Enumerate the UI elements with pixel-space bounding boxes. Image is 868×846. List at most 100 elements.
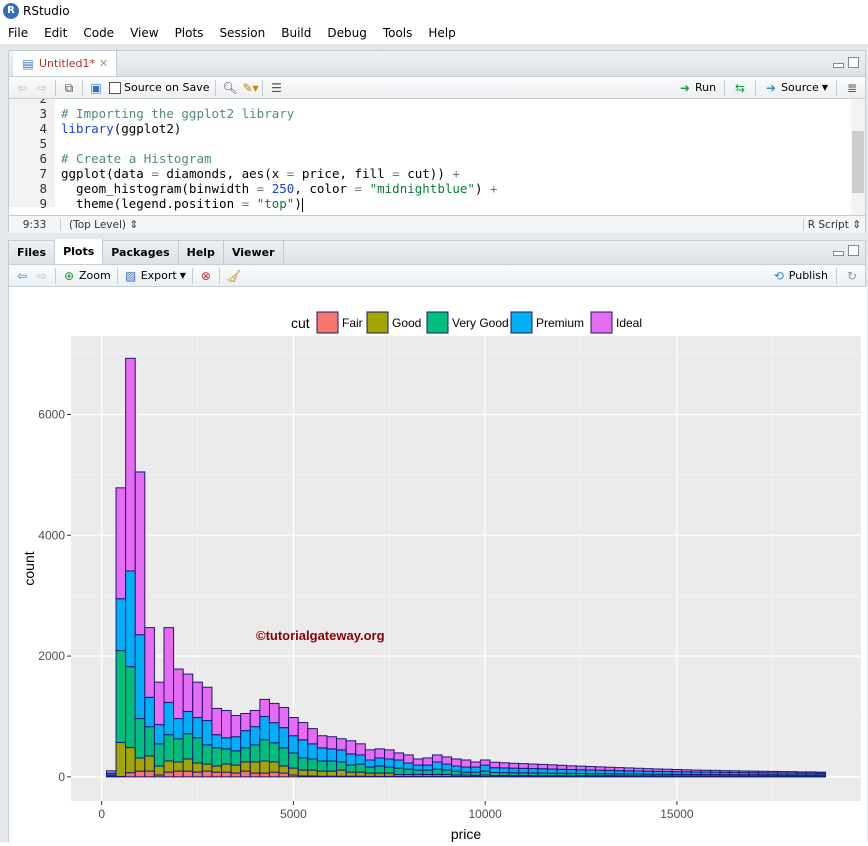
bar-ideal <box>346 741 356 754</box>
bar-ideal <box>576 766 586 770</box>
bar-good <box>279 766 289 773</box>
x-axis-title: price <box>451 826 482 842</box>
plots-toolbar: ⇦ ⇨ ⊕Zoom ▨Export▼ ⊗ 🧹︎ ⟲Publish ↻ <box>9 265 865 287</box>
close-tab-icon[interactable]: ✕ <box>99 57 108 70</box>
show-in-window-icon[interactable]: ⧉ <box>62 81 76 95</box>
bar-ideal <box>643 769 653 772</box>
code-token: + <box>452 166 460 181</box>
bar-good <box>174 762 184 771</box>
bar-good <box>154 766 164 775</box>
zoom-button[interactable]: ⊕Zoom <box>62 269 111 283</box>
compile-report-icon[interactable]: ☰ <box>269 81 283 95</box>
code-token: geom_histogram(binwidth <box>61 181 257 196</box>
menu-help[interactable]: Help <box>420 26 463 40</box>
bar-premium <box>567 770 577 774</box>
x-tick-label: 10000 <box>468 807 502 821</box>
remove-plot-icon[interactable]: ⊗ <box>199 269 213 283</box>
bar-good <box>164 761 174 772</box>
menu-debug[interactable]: Debug <box>319 26 374 40</box>
menu-session[interactable]: Session <box>211 26 273 40</box>
maximize-icon[interactable] <box>848 245 859 256</box>
minimize-icon[interactable] <box>833 63 844 68</box>
bar-ideal <box>193 682 203 717</box>
bar-ideal <box>547 765 557 769</box>
bar-ideal <box>806 772 816 773</box>
bar-ideal <box>241 713 251 730</box>
bar-premium <box>337 750 347 762</box>
bar-good <box>212 766 222 772</box>
menu-view[interactable]: View <box>122 26 166 40</box>
code-line[interactable]: # Create a Histogram <box>61 151 498 166</box>
clear-all-broom-icon[interactable]: 🧹︎ <box>226 269 240 283</box>
next-plot-icon[interactable]: ⇨ <box>35 269 49 283</box>
bar-very-good <box>269 743 279 762</box>
refresh-icon[interactable]: ↻ <box>845 269 859 283</box>
bar-ideal <box>375 749 385 758</box>
bar-ideal <box>557 765 567 769</box>
divider <box>836 80 837 96</box>
chevron-down-icon[interactable]: ▼ <box>822 83 828 92</box>
bar-fair <box>222 772 232 777</box>
tab-viewer[interactable]: Viewer <box>224 240 284 264</box>
code-line[interactable]: library(ggplot2) <box>61 121 498 136</box>
run-button[interactable]: ➜Run <box>678 81 716 95</box>
publish-button[interactable]: ⟲Publish <box>772 269 828 283</box>
bar-premium <box>595 770 605 774</box>
code-line[interactable]: # Importing the ggplot2 library <box>61 106 498 121</box>
save-icon[interactable]: ▣ <box>89 81 103 95</box>
checkbox-icon[interactable] <box>109 82 121 94</box>
tab-packages[interactable]: Packages <box>103 240 178 264</box>
bar-ideal <box>615 768 625 771</box>
source-on-save-checkbox[interactable]: Source on Save <box>109 81 209 94</box>
tab-untitled1[interactable]: ▤ Untitled1* ✕ <box>13 51 117 76</box>
editor-scrollbar[interactable] <box>851 99 865 215</box>
maximize-icon[interactable] <box>848 57 859 68</box>
search-icon[interactable]: 🔍︎ <box>222 81 236 95</box>
document-outline-icon[interactable]: ≣ <box>845 81 859 95</box>
code-line[interactable]: theme(legend.position = "top") <box>61 196 498 211</box>
bar-ideal <box>222 710 232 737</box>
menu-code[interactable]: Code <box>75 26 122 40</box>
scope-selector[interactable]: (Top Level) ⇕ <box>61 219 138 231</box>
code-line[interactable] <box>61 99 498 106</box>
code-lines[interactable]: # Importing the ggplot2 librarylibrary(g… <box>61 99 498 211</box>
bar-ideal <box>404 755 414 763</box>
export-button[interactable]: ▨Export▼ <box>124 269 186 283</box>
divider <box>117 268 118 284</box>
magic-wand-icon[interactable]: ✎▾ <box>242 81 256 95</box>
code-token: (ggplot2) <box>114 121 182 136</box>
previous-plot-icon[interactable]: ⇦ <box>15 269 29 283</box>
tab-plots[interactable]: Plots <box>55 239 103 264</box>
file-type-selector[interactable]: R Script ⇕ <box>803 219 865 231</box>
code-editor[interactable]: 23456789 # Importing the ggplot2 library… <box>9 99 865 215</box>
bar-ideal <box>442 757 452 764</box>
menu-file[interactable]: File <box>0 26 36 40</box>
title-bar: R RStudio <box>0 0 868 21</box>
forward-arrow-icon[interactable]: ⇨ <box>35 81 49 95</box>
back-arrow-icon[interactable]: ⇦ <box>15 81 29 95</box>
y-axis-title: count <box>21 551 37 585</box>
bar-ideal <box>116 488 126 599</box>
menu-build[interactable]: Build <box>273 26 319 40</box>
bar-ideal <box>567 766 577 770</box>
bar-ideal <box>710 770 720 772</box>
bar-ideal <box>480 760 490 765</box>
bar-premium <box>404 763 414 769</box>
scrollbar-thumb[interactable] <box>852 131 864 193</box>
bar-very-good <box>327 761 337 771</box>
code-line[interactable]: geom_histogram(binwidth = 250, color = "… <box>61 181 498 196</box>
bar-fair <box>126 773 136 777</box>
code-line[interactable]: ggplot(data = diamonds, aes(x = price, f… <box>61 166 498 181</box>
minimize-icon[interactable] <box>833 251 844 256</box>
bar-ideal <box>308 729 318 744</box>
menu-edit[interactable]: Edit <box>36 26 75 40</box>
bar-very-good <box>442 770 452 774</box>
bar-premium <box>231 737 241 751</box>
tab-help[interactable]: Help <box>179 240 224 264</box>
menu-plots[interactable]: Plots <box>167 26 212 40</box>
rerun-icon[interactable]: ⇆ <box>733 81 747 95</box>
tab-files[interactable]: Files <box>9 240 55 264</box>
menu-tools[interactable]: Tools <box>375 26 421 40</box>
source-button[interactable]: ➜Source▼ <box>764 81 828 95</box>
code-line[interactable] <box>61 136 498 151</box>
